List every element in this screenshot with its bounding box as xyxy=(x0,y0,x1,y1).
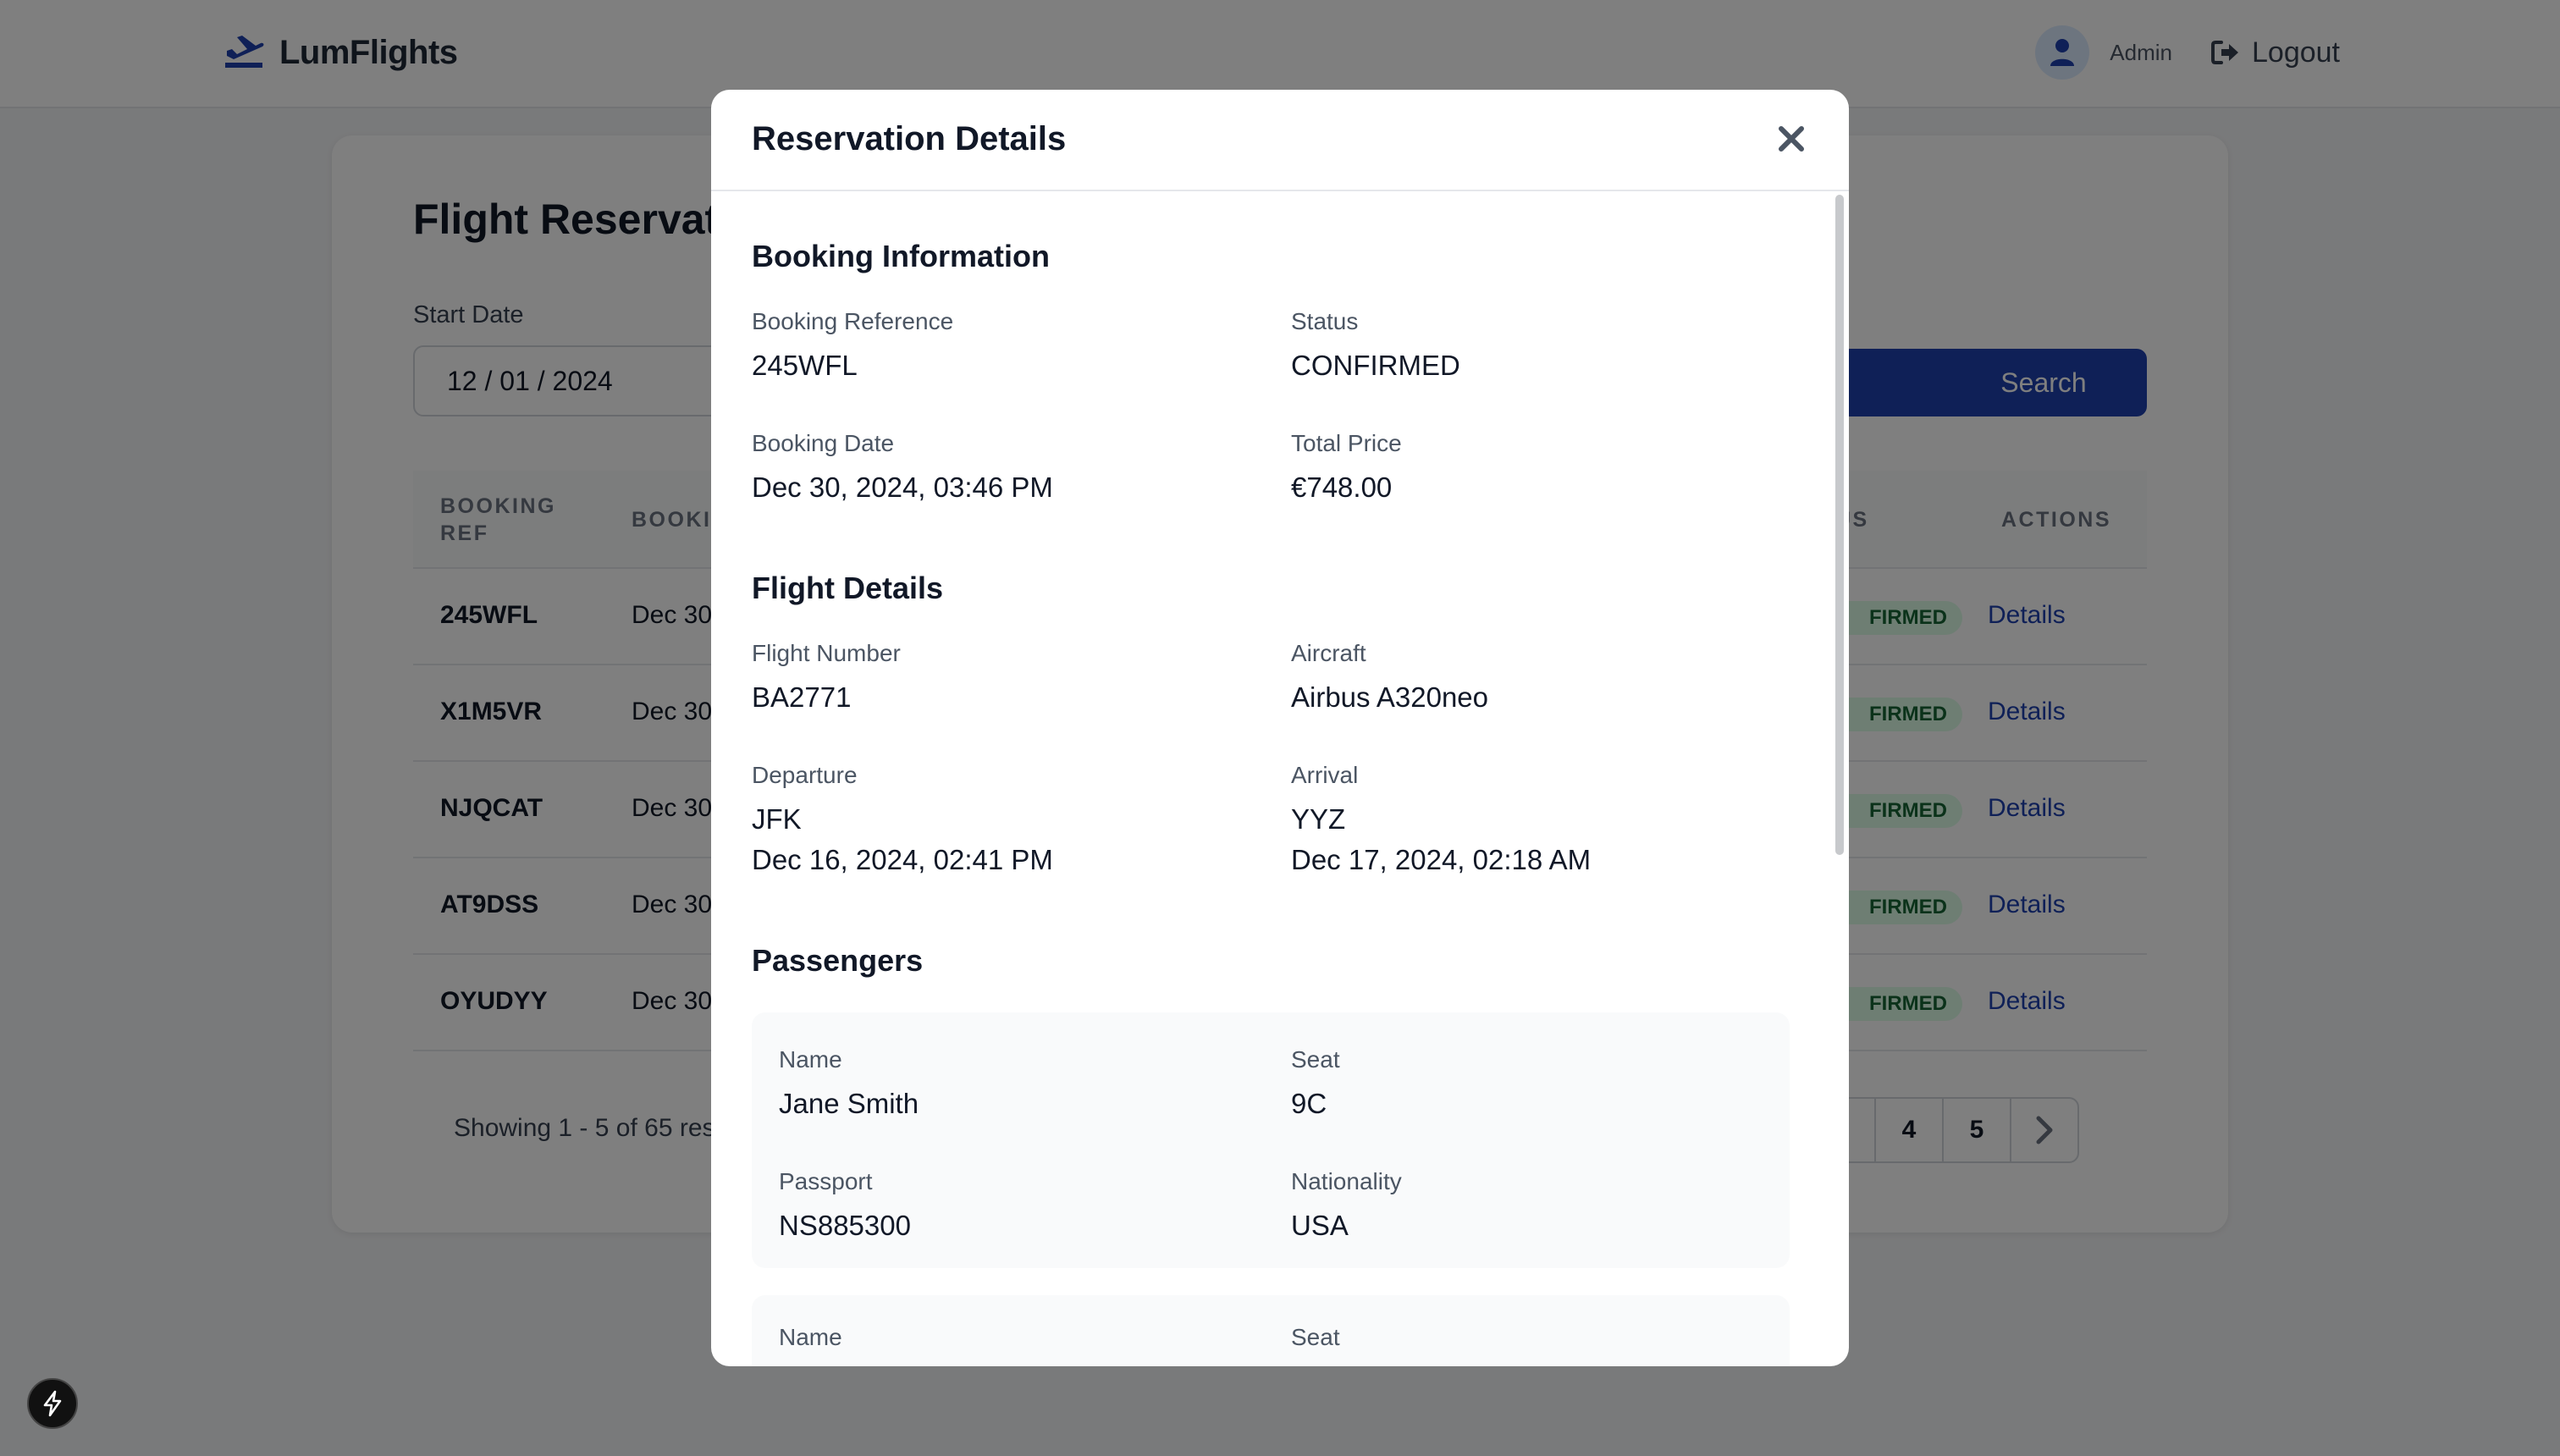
passenger-name-label: Name xyxy=(779,1324,842,1350)
booking-reference-label: Booking Reference xyxy=(752,308,954,334)
aircraft-value: Airbus A320neo xyxy=(1291,681,1489,713)
modal-title: Reservation Details xyxy=(752,120,1067,157)
passenger-seat-label: Seat xyxy=(1291,1046,1340,1073)
flight-number-label: Flight Number xyxy=(752,640,901,666)
aircraft-label: Aircraft xyxy=(1291,640,1366,666)
total-price-value: €748.00 xyxy=(1291,472,1393,503)
reservation-details-modal: Reservation Details Booking Information … xyxy=(711,90,1849,1366)
booking-reference-value: 245WFL xyxy=(752,350,858,381)
status-label: Status xyxy=(1291,308,1359,334)
arrival-time: Dec 17, 2024, 02:18 AM xyxy=(1291,844,1592,875)
departure-label: Departure xyxy=(752,762,858,788)
passenger-passport: NS885300 xyxy=(779,1210,911,1241)
modal-scrollbar[interactable] xyxy=(1835,195,1844,855)
flight-details-heading: Flight Details xyxy=(752,571,944,605)
arrival-label: Arrival xyxy=(1291,762,1359,788)
arrival-airport: YYZ xyxy=(1291,803,1346,835)
passenger-name: Jane Smith xyxy=(779,1088,919,1119)
passenger-name-label: Name xyxy=(779,1046,842,1073)
passenger-card: Name Jane Smith Seat 9C Passport NS88530… xyxy=(752,1012,1790,1268)
passenger-nationality-label: Nationality xyxy=(1291,1168,1402,1194)
passenger-passport-label: Passport xyxy=(779,1168,873,1194)
modal-header: Reservation Details xyxy=(711,90,1849,191)
flight-number-value: BA2771 xyxy=(752,681,852,713)
passengers-heading: Passengers xyxy=(752,943,924,978)
lightning-icon xyxy=(43,1390,62,1417)
booking-date-label: Booking Date xyxy=(752,430,895,456)
passenger-seat-label: Seat xyxy=(1291,1324,1340,1350)
booking-date-value: Dec 30, 2024, 03:46 PM xyxy=(752,472,1053,503)
passenger-nationality: USA xyxy=(1291,1210,1349,1241)
total-price-label: Total Price xyxy=(1291,430,1402,456)
status-value: CONFIRMED xyxy=(1291,350,1460,381)
departure-time: Dec 16, 2024, 02:41 PM xyxy=(752,844,1053,875)
passenger-seat: 9C xyxy=(1291,1088,1327,1119)
floating-action-button[interactable] xyxy=(27,1378,78,1429)
booking-information-heading: Booking Information xyxy=(752,239,1050,273)
passenger-card: Name Seat xyxy=(752,1295,1790,1366)
departure-airport: JFK xyxy=(752,803,802,835)
close-icon[interactable] xyxy=(1774,122,1808,156)
